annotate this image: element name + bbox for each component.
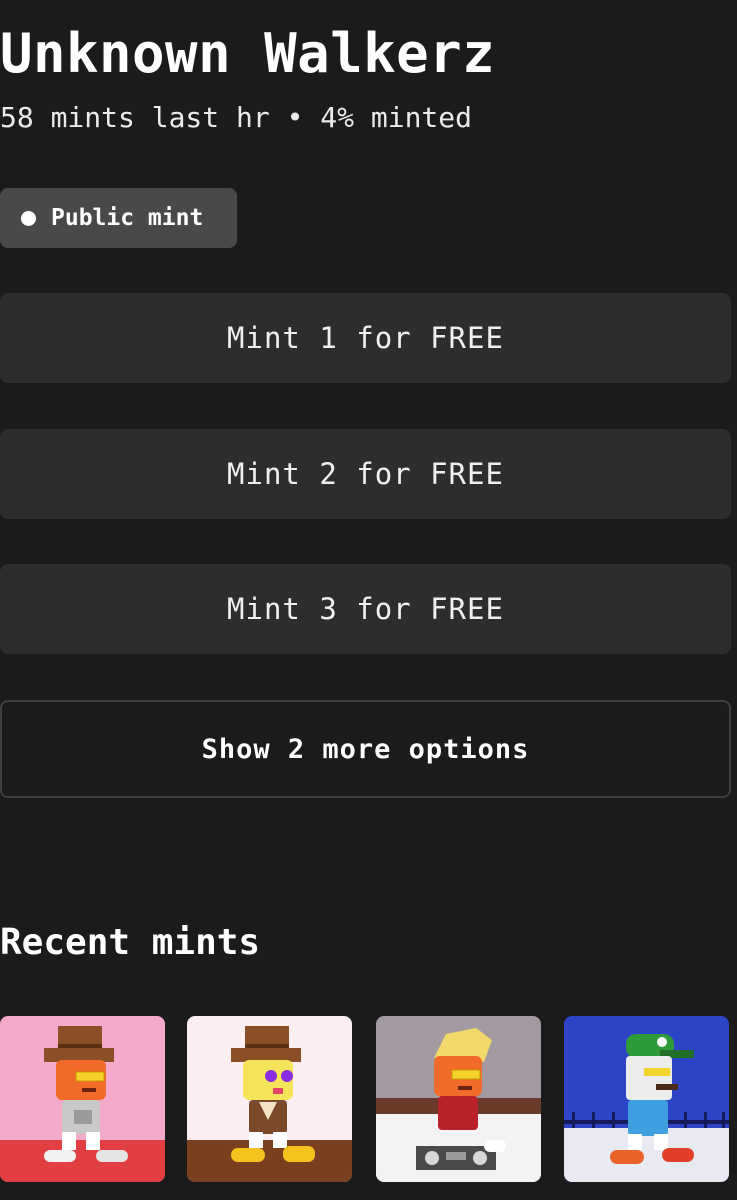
walker-cowboy-jacket-image <box>187 1016 352 1182</box>
recent-mint-thumbnail-4[interactable] <box>564 1016 729 1182</box>
walker-green-cap-image <box>564 1016 729 1182</box>
mint-1-button[interactable]: Mint 1 for FREE <box>0 293 731 383</box>
recent-mint-thumbnail-3[interactable] <box>376 1016 541 1182</box>
walker-cowboy-image <box>0 1016 165 1182</box>
phase-badge-label: Public mint <box>51 205 204 231</box>
collection-title: Unknown Walkerz <box>0 22 496 85</box>
recent-mint-thumbnail-1[interactable] <box>0 1016 165 1182</box>
walker-boombox-image <box>376 1016 541 1182</box>
mint-3-button[interactable]: Mint 3 for FREE <box>0 564 731 654</box>
mint-stats: 58 mints last hr • 4% minted <box>0 101 473 134</box>
recent-mints-heading: Recent mints <box>0 922 261 963</box>
show-more-options-button[interactable]: Show 2 more options <box>0 700 731 798</box>
recent-mint-thumbnail-2[interactable] <box>187 1016 352 1182</box>
mint-page: Unknown Walkerz 58 mints last hr • 4% mi… <box>0 0 737 1200</box>
status-dot-icon <box>21 210 36 226</box>
phase-badge: Public mint <box>0 188 237 248</box>
recent-mints-list <box>0 1016 737 1182</box>
mint-2-button[interactable]: Mint 2 for FREE <box>0 429 731 519</box>
